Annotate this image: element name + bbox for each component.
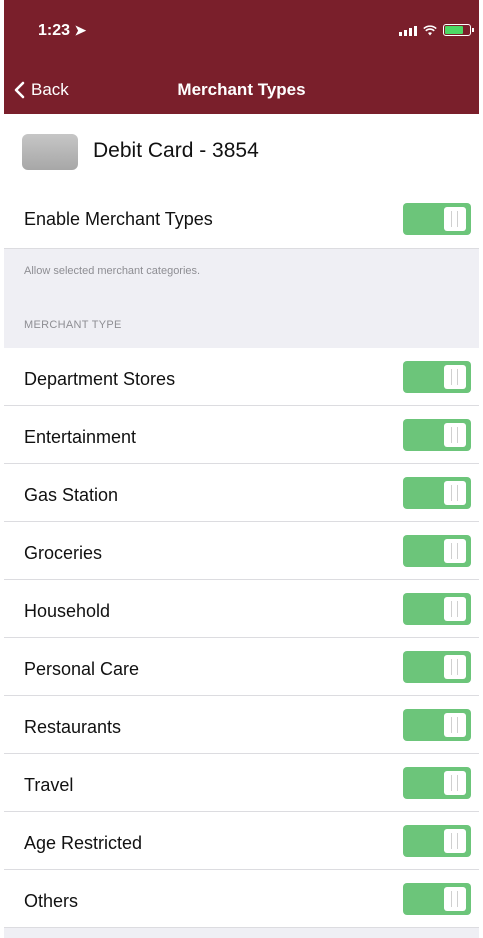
wifi-icon: [423, 25, 437, 36]
toggle-knob: [444, 713, 466, 737]
section-header: MERCHANT TYPE: [24, 319, 122, 331]
toggle-knob: [444, 365, 466, 389]
merchant-label: Age Restricted: [24, 833, 143, 853]
merchant-label: Groceries: [24, 543, 103, 563]
merchant-label: Gas Station: [24, 485, 119, 505]
right-edge: [479, 0, 483, 938]
toggle-knob: [444, 597, 466, 621]
toggle-knob: [444, 207, 466, 231]
merchant-toggle-age-restricted[interactable]: [403, 825, 471, 857]
merchant-row-entertainment: Entertainment: [0, 406, 483, 464]
status-bar: 1:23 ➤: [0, 0, 483, 66]
merchant-toggle-household[interactable]: [403, 593, 471, 625]
toggle-knob: [444, 423, 466, 447]
merchant-label: Department Stores: [24, 369, 176, 389]
merchant-row-restaurants: Restaurants: [0, 696, 483, 754]
status-time-text: 1:23: [38, 22, 71, 39]
merchant-label: Travel: [24, 775, 74, 795]
merchant-label: Household: [24, 601, 111, 621]
merchant-toggle-entertainment[interactable]: [403, 419, 471, 451]
merchant-row-others: Others: [0, 870, 483, 928]
merchant-toggle-department-stores[interactable]: [403, 361, 471, 393]
toggle-knob: [444, 539, 466, 563]
help-text: Allow selected merchant categories.: [24, 265, 201, 277]
merchant-row-groceries: Groceries: [0, 522, 483, 580]
merchant-label: Others: [24, 891, 79, 911]
battery-charging-icon: [443, 24, 474, 36]
merchant-toggle-gas-station[interactable]: [403, 477, 471, 509]
page-title: Merchant Types: [177, 80, 306, 99]
nav-bar: Back Merchant Types: [0, 66, 483, 114]
merchant-label: Restaurants: [24, 717, 122, 737]
enable-merchant-types-row: Enable Merchant Types: [0, 191, 483, 249]
toggle-knob: [444, 829, 466, 853]
merchant-row-department-stores: Department Stores: [0, 348, 483, 406]
merchant-row-travel: Travel: [0, 754, 483, 812]
enable-merchant-types-toggle[interactable]: [403, 203, 471, 235]
merchant-row-age-restricted: Age Restricted: [0, 812, 483, 870]
merchant-row-household: Household: [0, 580, 483, 638]
enable-merchant-types-label: Enable Merchant Types: [24, 209, 213, 229]
screen: 1:23 ➤ Back Merchant Types Debit Card - …: [0, 0, 483, 938]
signal-icon: [399, 26, 417, 36]
left-edge: [0, 0, 4, 938]
status-icons: [399, 24, 474, 36]
merchant-label: Personal Care: [24, 659, 140, 679]
status-time: 1:23 ➤: [38, 22, 86, 40]
merchant-toggle-groceries[interactable]: [403, 535, 471, 567]
merchant-toggle-travel[interactable]: [403, 767, 471, 799]
merchant-row-gas-station: Gas Station: [0, 464, 483, 522]
card-icon: [22, 134, 78, 170]
card-header: Debit Card - 3854: [0, 114, 483, 192]
merchant-toggle-personal-care[interactable]: [403, 651, 471, 683]
card-name: Debit Card - 3854: [93, 139, 259, 162]
merchant-toggle-others[interactable]: [403, 883, 471, 915]
merchant-row-personal-care: Personal Care: [0, 638, 483, 696]
toggle-knob: [444, 771, 466, 795]
merchant-label: Entertainment: [24, 427, 137, 447]
merchant-toggle-restaurants[interactable]: [403, 709, 471, 741]
toggle-knob: [444, 481, 466, 505]
toggle-knob: [444, 887, 466, 911]
location-arrow-icon: ➤: [74, 22, 87, 38]
toggle-knob: [444, 655, 466, 679]
